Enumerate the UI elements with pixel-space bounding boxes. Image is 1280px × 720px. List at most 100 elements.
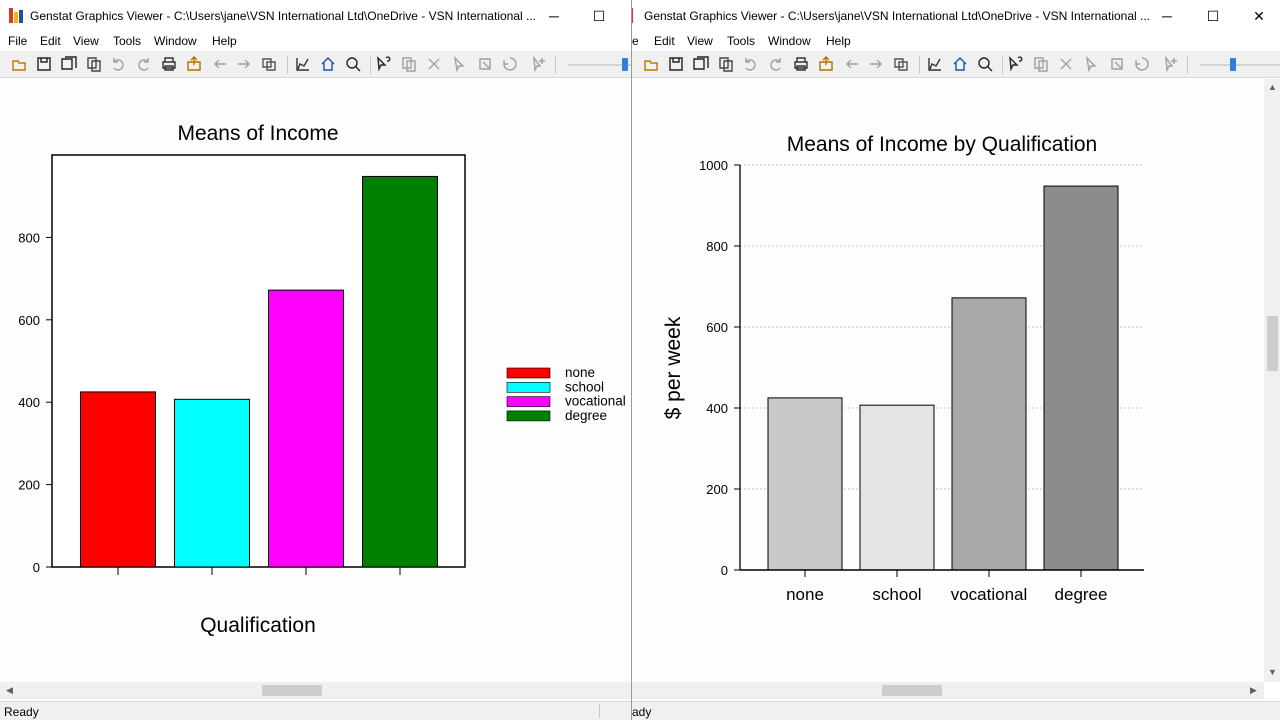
open-icon[interactable]	[11, 56, 27, 72]
close-button[interactable]: ✕	[1236, 4, 1280, 28]
select-icon[interactable]	[1109, 56, 1125, 72]
bar-vocational[interactable]	[268, 289, 344, 568]
minimize-button[interactable]: ─	[531, 4, 577, 28]
undo-icon[interactable]	[110, 56, 126, 72]
y-tick-label: 800	[18, 230, 40, 245]
menu-view[interactable]: View	[687, 34, 713, 48]
scroll-thumb[interactable]	[882, 685, 942, 696]
window-title: Genstat Graphics Viewer - C:\Users\jane\…	[30, 9, 537, 23]
zoom-slider-thumb[interactable]	[1230, 58, 1236, 71]
select-icon[interactable]	[477, 56, 493, 72]
scroll-down-arrow-icon[interactable]: ▼	[1268, 667, 1277, 677]
menu-tools[interactable]: Tools	[113, 34, 141, 48]
print-icon[interactable]	[793, 56, 809, 72]
undo-icon[interactable]	[742, 56, 758, 72]
help-pointer-icon[interactable]	[1007, 56, 1023, 72]
legend-label: degree	[565, 408, 607, 423]
save-icon[interactable]	[36, 56, 52, 72]
graph-canvas[interactable]: Means of Income Qualification 0 200 400 600 80…	[0, 79, 631, 682]
add-icon[interactable]	[1162, 56, 1178, 72]
open-icon[interactable]	[643, 56, 659, 72]
redo-icon[interactable]	[768, 56, 784, 72]
copy-icon[interactable]	[86, 56, 102, 72]
chart-title: Means of Income	[177, 122, 338, 145]
bar-none[interactable]	[80, 391, 156, 568]
legend-swatch-vocational	[506, 396, 551, 407]
menu-window[interactable]: Window	[768, 34, 811, 48]
horizontal-scrollbar[interactable]: ◀	[0, 682, 631, 699]
scroll-up-arrow-icon[interactable]: ▲	[1268, 82, 1277, 92]
menu-file[interactable]: e	[632, 34, 639, 48]
home-icon[interactable]	[952, 56, 968, 72]
minimize-button[interactable]: ─	[1144, 4, 1190, 28]
maximize-button[interactable]: ☐	[576, 4, 622, 28]
zoom-slider-track[interactable]	[1200, 64, 1280, 66]
menu-edit[interactable]: Edit	[40, 34, 61, 48]
pointer-icon[interactable]	[1083, 56, 1099, 72]
scroll-thumb[interactable]	[262, 685, 322, 696]
windows-icon[interactable]	[893, 56, 909, 72]
back-icon[interactable]	[844, 56, 860, 72]
menu-view[interactable]: View	[73, 34, 99, 48]
vertical-scrollbar[interactable]: ▲ ▼	[1264, 79, 1280, 682]
export-icon[interactable]	[186, 56, 202, 72]
save-icon[interactable]	[668, 56, 684, 72]
bar-degree[interactable]	[362, 175, 438, 568]
rotate-icon[interactable]	[1134, 56, 1150, 72]
pointer-icon[interactable]	[451, 56, 467, 72]
scroll-right-arrow-icon[interactable]: ▶	[1250, 685, 1257, 696]
zoom-slider-thumb[interactable]	[622, 58, 628, 71]
save-all-icon[interactable]	[61, 56, 77, 72]
copy-icon[interactable]	[718, 56, 734, 72]
add-icon[interactable]	[530, 56, 546, 72]
help-pointer-icon[interactable]	[375, 56, 391, 72]
scroll-left-arrow-icon[interactable]: ◀	[6, 685, 13, 696]
menu-window[interactable]: Window	[154, 34, 197, 48]
x-tick-label: vocational	[951, 585, 1028, 604]
menu-file[interactable]: File	[8, 34, 27, 48]
legend-label: none	[565, 365, 595, 380]
title-bar[interactable]: Genstat Graphics Viewer - C:\Users\jane\…	[0, 0, 631, 31]
horizontal-scrollbar[interactable]: ▶	[632, 682, 1264, 699]
menu-bar: e Edit View Tools Window Help	[632, 31, 1280, 51]
bar-school[interactable]	[174, 398, 250, 568]
copy-data-icon[interactable]	[1033, 56, 1049, 72]
maximize-button[interactable]: ☐	[1190, 4, 1236, 28]
legend-label: vocational	[565, 394, 626, 409]
title-bar[interactable]: Genstat Graphics Viewer - C:\Users\jane\…	[632, 0, 1280, 31]
toolbar-separator	[370, 56, 371, 74]
graph-canvas[interactable]: Means of Income by Qualification $ per we…	[632, 79, 1264, 682]
save-all-icon[interactable]	[693, 56, 709, 72]
bar-school[interactable]	[859, 404, 935, 571]
rotate-icon[interactable]	[502, 56, 518, 72]
menu-help[interactable]: Help	[826, 34, 851, 48]
forward-icon[interactable]	[236, 56, 252, 72]
menu-tools[interactable]: Tools	[727, 34, 755, 48]
menu-bar: File Edit View Tools Window Help	[0, 31, 631, 51]
zoom-icon[interactable]	[977, 56, 993, 72]
zoom-icon[interactable]	[345, 56, 361, 72]
back-icon[interactable]	[212, 56, 228, 72]
y-tick-label: 1000	[699, 158, 728, 173]
forward-icon[interactable]	[868, 56, 884, 72]
print-icon[interactable]	[161, 56, 177, 72]
bar-none[interactable]	[767, 397, 843, 571]
edit-graph-icon[interactable]	[927, 56, 943, 72]
delete-icon[interactable]	[426, 56, 442, 72]
home-icon[interactable]	[320, 56, 336, 72]
bar-degree[interactable]	[1043, 185, 1119, 571]
delete-icon[interactable]	[1058, 56, 1074, 72]
copy-data-icon[interactable]	[401, 56, 417, 72]
windows-icon[interactable]	[261, 56, 277, 72]
genstat-app-icon	[9, 8, 25, 23]
toolbar-separator	[287, 56, 288, 74]
edit-graph-icon[interactable]	[295, 56, 311, 72]
y-tick-label: 200	[706, 482, 728, 497]
menu-help[interactable]: Help	[212, 34, 237, 48]
scroll-thumb[interactable]	[1267, 316, 1278, 371]
redo-icon[interactable]	[136, 56, 152, 72]
legend-label: school	[565, 379, 604, 394]
bar-vocational[interactable]	[951, 297, 1027, 571]
export-icon[interactable]	[818, 56, 834, 72]
menu-edit[interactable]: Edit	[654, 34, 675, 48]
